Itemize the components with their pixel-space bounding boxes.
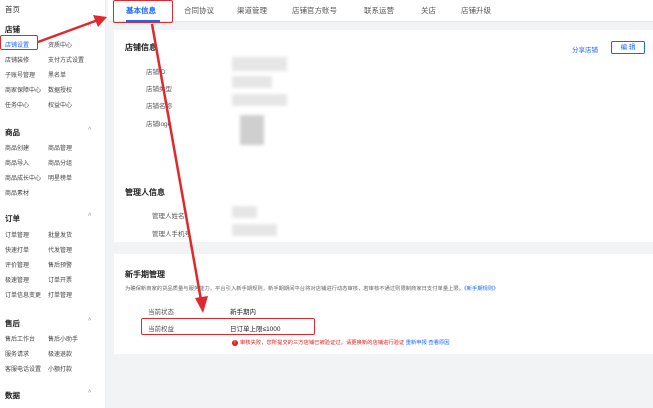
sidebar-item[interactable]: 小额打款: [48, 364, 72, 373]
shop-logo: [240, 115, 264, 145]
sidebar-section-aftersale[interactable]: 售后: [5, 318, 20, 329]
sidebar-item[interactable]: 快速打单: [5, 245, 29, 254]
annotation-box: [0, 35, 38, 50]
sidebar-item[interactable]: 资质中心: [48, 40, 72, 49]
sidebar-item[interactable]: 任务中心: [5, 100, 29, 109]
sidebar-section-data[interactable]: 数据: [5, 390, 20, 401]
status-value: 新手期内: [230, 309, 256, 316]
sidebar-home[interactable]: 首页: [5, 4, 20, 15]
sidebar-section-shop[interactable]: 店铺: [5, 24, 20, 35]
view-reason-link[interactable]: 查看原因: [428, 340, 449, 346]
error-icon: !: [232, 340, 238, 346]
field-label: 店铺logo: [146, 121, 172, 128]
redacted-value: [232, 94, 287, 106]
audit-error-message: ! 审核失败，您所提交的三方店铺已被验证过，请更换新的店铺进行验证 重新申报 查看…: [232, 338, 450, 346]
sidebar-item[interactable]: 订单信息变更: [5, 290, 41, 299]
sidebar-item[interactable]: 售后小助手: [48, 334, 78, 343]
sidebar-item[interactable]: 售后工作台: [5, 334, 35, 343]
field-label: 店铺ID: [146, 69, 166, 76]
shop-info-card: 店铺信息 分享店铺 编 辑 店铺ID 店铺类型 店铺名称 店铺logo 管理人信…: [114, 30, 653, 242]
tab-channel[interactable]: 渠道管理: [237, 5, 267, 16]
collapse-caret-icon[interactable]: ^: [88, 24, 91, 31]
sidebar-item[interactable]: 商品成长中心: [5, 173, 41, 182]
tab-close-shop[interactable]: 关店: [421, 5, 436, 16]
sidebar-item[interactable]: 客服电话设置: [5, 364, 41, 373]
main-content: 基本信息 合同协议 渠道管理 店铺官方账号 联系运营 关店 店铺升级 店铺信息 …: [108, 0, 653, 408]
collapse-caret-icon[interactable]: ^: [88, 213, 91, 220]
status-label: 当前状态: [148, 309, 174, 316]
tab-bar: 基本信息 合同协议 渠道管理 店铺官方账号 联系运营 关店 店铺升级: [108, 0, 653, 22]
tab-contact-ops[interactable]: 联系运营: [364, 5, 394, 16]
edit-button[interactable]: 编 辑: [611, 41, 645, 54]
sidebar-item[interactable]: 商品分组: [48, 158, 72, 167]
sidebar-item[interactable]: 支付方式设置: [48, 55, 84, 64]
admin-info-title: 管理人信息: [125, 188, 165, 197]
collapse-caret-icon[interactable]: ^: [88, 318, 91, 325]
sidebar: 首页 店铺 ^ 店铺设置 资质中心 店铺装修 支付方式设置 子账号管理 黑名单 …: [0, 0, 106, 408]
resubmit-link[interactable]: 重新申报: [406, 340, 427, 346]
shop-info-title: 店铺信息: [125, 43, 157, 52]
annotation-box: [141, 318, 315, 335]
collapse-caret-icon[interactable]: ^: [88, 390, 91, 397]
sidebar-section-product[interactable]: 商品: [5, 127, 20, 138]
share-shop-button[interactable]: 分享店铺: [572, 44, 598, 54]
sidebar-item[interactable]: 数据授权: [48, 85, 72, 94]
sidebar-item[interactable]: 权益中心: [48, 100, 72, 109]
sidebar-item[interactable]: 极速管理: [5, 275, 29, 284]
tab-shop-upgrade[interactable]: 店铺升级: [461, 5, 491, 16]
sidebar-item[interactable]: 商品创建: [5, 143, 29, 152]
redacted-value: [232, 57, 287, 71]
sidebar-item[interactable]: 极速退款: [48, 349, 72, 358]
sidebar-item[interactable]: 打单管理: [48, 290, 72, 299]
sidebar-item[interactable]: 子账号管理: [5, 70, 35, 79]
field-label: 店铺名称: [146, 103, 172, 110]
sidebar-item[interactable]: 明星榜单: [48, 173, 72, 182]
sidebar-item[interactable]: 商品素材: [5, 188, 29, 197]
sidebar-item[interactable]: 售后预警: [48, 260, 72, 269]
sidebar-item[interactable]: 商品导入: [5, 158, 29, 167]
sidebar-item[interactable]: 订单管理: [5, 230, 29, 239]
collapse-caret-icon[interactable]: ^: [88, 127, 91, 134]
sidebar-item[interactable]: 代发管理: [48, 245, 72, 254]
newbie-title: 新手期管理: [125, 270, 165, 279]
newbie-description-text: 为确保新商家的货品质量与服务能力，平台引入新手期规则，新手期期间平台将对店铺进行…: [125, 286, 465, 292]
newbie-period-card: 新手期管理 为确保新商家的货品质量与服务能力，平台引入新手期规则，新手期期间平台…: [114, 254, 653, 354]
newbie-rules-link[interactable]: 《新手期规则》: [464, 286, 498, 292]
redacted-value: [232, 76, 272, 88]
sidebar-item[interactable]: 评价管理: [5, 260, 29, 269]
newbie-description: 为确保新商家的货品质量与服务能力，平台引入新手期规则，新手期期间平台将对店铺进行…: [125, 284, 498, 292]
sidebar-section-order[interactable]: 订单: [5, 213, 20, 224]
sidebar-item[interactable]: 服务请求: [5, 349, 29, 358]
sidebar-item[interactable]: 黑名单: [48, 70, 66, 79]
redacted-value: [232, 224, 277, 236]
sidebar-item[interactable]: 店铺装修: [5, 55, 29, 64]
field-label: 管理人手机号: [152, 231, 191, 238]
sidebar-item[interactable]: 订单开票: [48, 275, 72, 284]
tab-official-account[interactable]: 店铺官方账号: [292, 5, 337, 16]
sidebar-item[interactable]: 批量发货: [48, 230, 72, 239]
field-label: 店铺类型: [146, 86, 172, 93]
redacted-value: [232, 206, 257, 218]
annotation-box: [113, 0, 173, 23]
field-label: 管理人姓名: [152, 213, 185, 220]
tab-contract[interactable]: 合同协议: [184, 5, 214, 16]
error-text: 审核失败，您所提交的三方店铺已被验证过，请更换新的店铺进行验证: [240, 340, 405, 346]
sidebar-item[interactable]: 商品管理: [48, 143, 72, 152]
sidebar-item[interactable]: 商家保障中心: [5, 85, 41, 94]
